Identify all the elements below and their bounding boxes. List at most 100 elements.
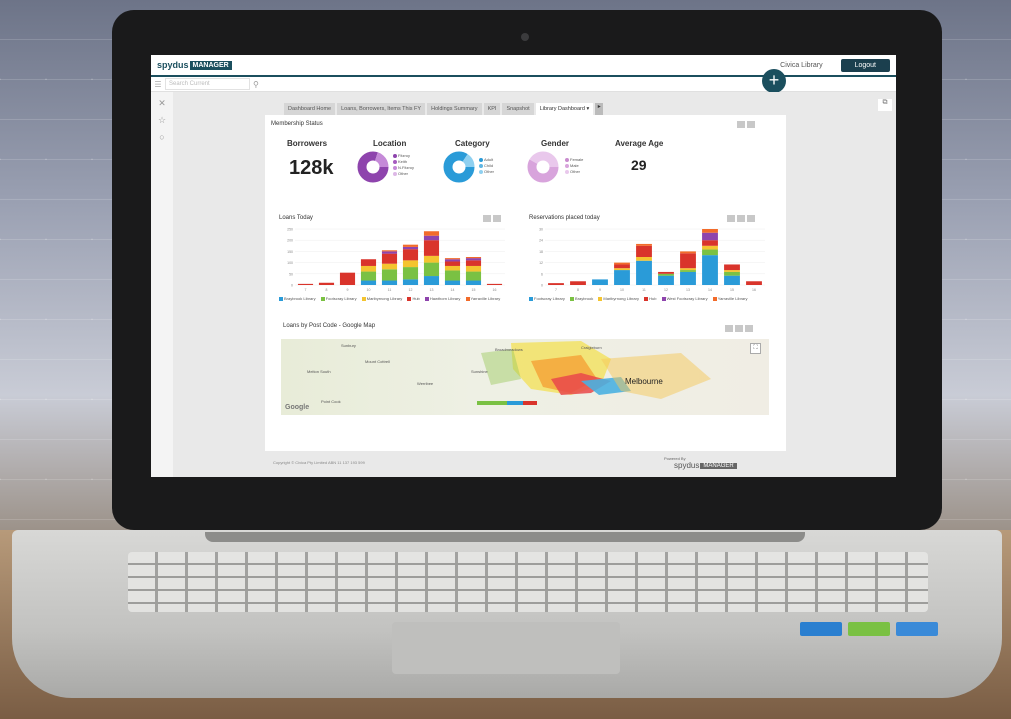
reservations-bar-segment[interactable]: [614, 262, 630, 265]
reservations-bar-segment[interactable]: [548, 283, 564, 285]
reservations-bar-segment[interactable]: [636, 257, 652, 261]
reservations-bar-segment[interactable]: [592, 279, 608, 285]
loans-bar-segment[interactable]: [339, 272, 356, 285]
reservations-bar-segment[interactable]: [680, 253, 696, 269]
reservations-bar-segment[interactable]: [614, 268, 630, 271]
tab-kpi[interactable]: KPI: [483, 103, 501, 115]
tab-scroll-icon[interactable]: ▸: [595, 103, 604, 115]
reservations-bar-segment[interactable]: [724, 270, 740, 272]
loans-bar-segment[interactable]: [381, 263, 398, 270]
reservations-bar-segment[interactable]: [680, 271, 696, 285]
reservations-bar-segment[interactable]: [680, 251, 696, 254]
tab-loans-borrowers[interactable]: Loans, Borrowers, Items This FY: [337, 103, 426, 115]
reservations-bar-segment[interactable]: [702, 232, 718, 241]
reservations-bar-segment[interactable]: [614, 270, 630, 285]
close-icon[interactable]: [747, 215, 755, 222]
loans-bar-segment[interactable]: [465, 260, 482, 266]
loans-bar-segment[interactable]: [402, 249, 419, 261]
collapse-icon[interactable]: [725, 325, 733, 332]
loans-bar-segment[interactable]: [297, 283, 314, 285]
loans-bar-segment[interactable]: [444, 265, 461, 271]
collapse-icon[interactable]: [727, 215, 735, 222]
loans-bar-segment[interactable]: [381, 280, 398, 285]
google-map[interactable]: Sunbury Broadmeadows Mount Cottrell Melt…: [281, 339, 769, 415]
loans-bar-segment[interactable]: [381, 250, 398, 252]
tab-dashboard-home[interactable]: Dashboard Home: [284, 103, 336, 115]
reservations-bar-segment[interactable]: [702, 229, 718, 233]
loans-bar-segment[interactable]: [423, 276, 440, 285]
loans-bar-segment[interactable]: [381, 269, 398, 281]
loans-bar-segment[interactable]: [444, 270, 461, 281]
loans-bar-segment[interactable]: [444, 259, 461, 262]
circle-icon[interactable]: ○: [151, 132, 173, 142]
collapse-icon[interactable]: [737, 121, 745, 128]
loans-bar-segment[interactable]: [465, 280, 482, 285]
reservations-bar-segment[interactable]: [680, 270, 696, 272]
loans-bar-segment[interactable]: [381, 251, 398, 254]
reservations-bar-segment[interactable]: [702, 240, 718, 246]
loans-bar-segment[interactable]: [423, 235, 440, 241]
add-button[interactable]: +: [762, 69, 786, 93]
reservations-bar-segment[interactable]: [724, 264, 740, 271]
loans-bar-segment[interactable]: [360, 265, 377, 272]
search-input[interactable]: Search Current: [165, 78, 250, 90]
brand-logo[interactable]: spydus MANAGER: [157, 60, 232, 70]
loans-bar-segment[interactable]: [444, 261, 461, 266]
loans-bar-segment[interactable]: [402, 244, 419, 247]
loans-bar-segment[interactable]: [360, 259, 377, 266]
copy-icon[interactable]: ⧉: [878, 99, 892, 111]
star-icon[interactable]: ☆: [151, 115, 173, 126]
tab-holdings-summary[interactable]: Holdings Summary: [427, 103, 482, 115]
reservations-bar-segment[interactable]: [636, 260, 652, 285]
reservations-bar-segment[interactable]: [724, 275, 740, 285]
menu-grid-icon[interactable]: ☰: [151, 80, 165, 89]
search-icon[interactable]: ⚲: [253, 80, 259, 89]
loans-bar-segment[interactable]: [423, 262, 440, 277]
loans-bar-segment[interactable]: [423, 231, 440, 236]
loans-bar-segment[interactable]: [465, 265, 482, 272]
loans-bar-segment[interactable]: [381, 253, 398, 264]
reservations-bar-segment[interactable]: [614, 264, 630, 269]
reservations-bar-segment[interactable]: [702, 255, 718, 285]
reservations-bar-segment[interactable]: [570, 281, 586, 285]
expand-icon[interactable]: [735, 325, 743, 332]
loans-bar-segment[interactable]: [486, 283, 503, 285]
loans-bar-segment[interactable]: [360, 280, 377, 285]
loans-bar-segment[interactable]: [360, 271, 377, 281]
reservations-bar-segment[interactable]: [636, 243, 652, 246]
logout-button[interactable]: Logout: [840, 58, 890, 72]
loans-bar-segment[interactable]: [318, 282, 335, 285]
tab-snapshot[interactable]: Snapshot: [502, 103, 534, 115]
loans-bar-segment[interactable]: [465, 258, 482, 261]
reservations-bar-segment[interactable]: [658, 271, 674, 274]
expand-icon[interactable]: [737, 215, 745, 222]
loans-bar-segment[interactable]: [402, 246, 419, 250]
loans-bar-segment[interactable]: [444, 280, 461, 285]
top-bar: spydus MANAGER Civica Library Logout: [151, 55, 896, 77]
reservations-bar-segment[interactable]: [724, 271, 740, 276]
library-name[interactable]: Civica Library: [780, 62, 822, 69]
collapse-icon[interactable]: [483, 215, 491, 222]
reservations-bar-segment[interactable]: [702, 245, 718, 250]
reservations-bar-segment[interactable]: [658, 275, 674, 285]
loans-bar-segment[interactable]: [402, 267, 419, 280]
loans-bar-segment[interactable]: [465, 271, 482, 281]
loans-bar-segment[interactable]: [402, 279, 419, 285]
loans-bar-segment[interactable]: [444, 258, 461, 260]
loans-bar-segment[interactable]: [423, 255, 440, 263]
reservations-bar-segment[interactable]: [636, 245, 652, 257]
reservations-x-tick: 13: [686, 288, 690, 292]
reservations-bar-segment[interactable]: [680, 268, 696, 271]
close-icon[interactable]: [493, 215, 501, 222]
close-icon[interactable]: [747, 121, 755, 128]
reservations-bar-segment[interactable]: [658, 273, 674, 276]
loans-bar-segment[interactable]: [465, 257, 482, 259]
reservations-bar-segment[interactable]: [746, 281, 762, 285]
fullscreen-icon[interactable]: ⛶: [750, 343, 761, 354]
close-icon[interactable]: ✕: [151, 98, 173, 109]
loans-bar-segment[interactable]: [423, 240, 440, 256]
reservations-bar-segment[interactable]: [702, 249, 718, 256]
close-icon[interactable]: [745, 325, 753, 332]
loans-bar-segment[interactable]: [402, 260, 419, 268]
tab-library-dashboard[interactable]: Library Dashboard ▾: [535, 103, 594, 115]
